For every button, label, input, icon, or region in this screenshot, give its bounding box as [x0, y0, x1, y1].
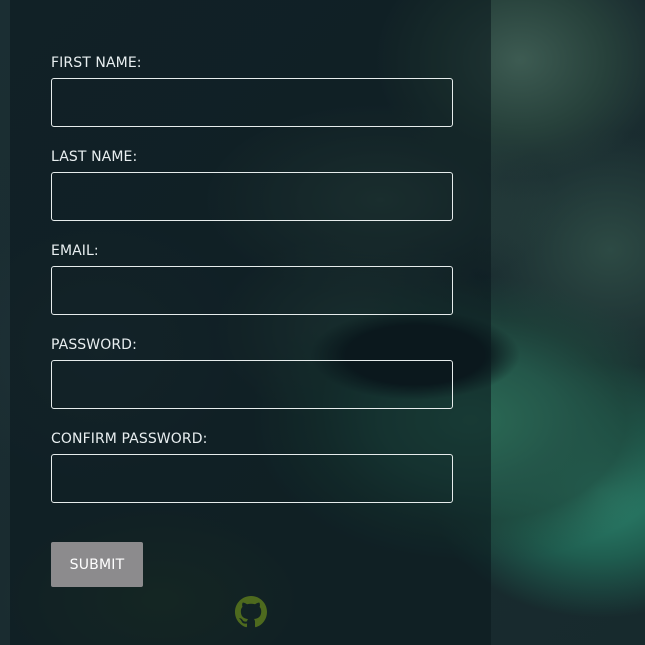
last-name-field[interactable]	[51, 172, 453, 221]
email-label: EMAIL:	[51, 243, 99, 259]
submit-button[interactable]: SUBMIT	[51, 542, 143, 587]
github-icon	[235, 596, 267, 628]
confirm-password-field[interactable]	[51, 454, 453, 503]
first-name-label: FIRST NAME:	[51, 55, 142, 71]
password-field[interactable]	[51, 360, 453, 409]
github-link[interactable]	[235, 596, 267, 628]
password-label: PASSWORD:	[51, 337, 137, 353]
confirm-password-label: CONFIRM PASSWORD:	[51, 431, 208, 447]
email-field[interactable]	[51, 266, 453, 315]
last-name-label: LAST NAME:	[51, 149, 138, 165]
first-name-field[interactable]	[51, 78, 453, 127]
